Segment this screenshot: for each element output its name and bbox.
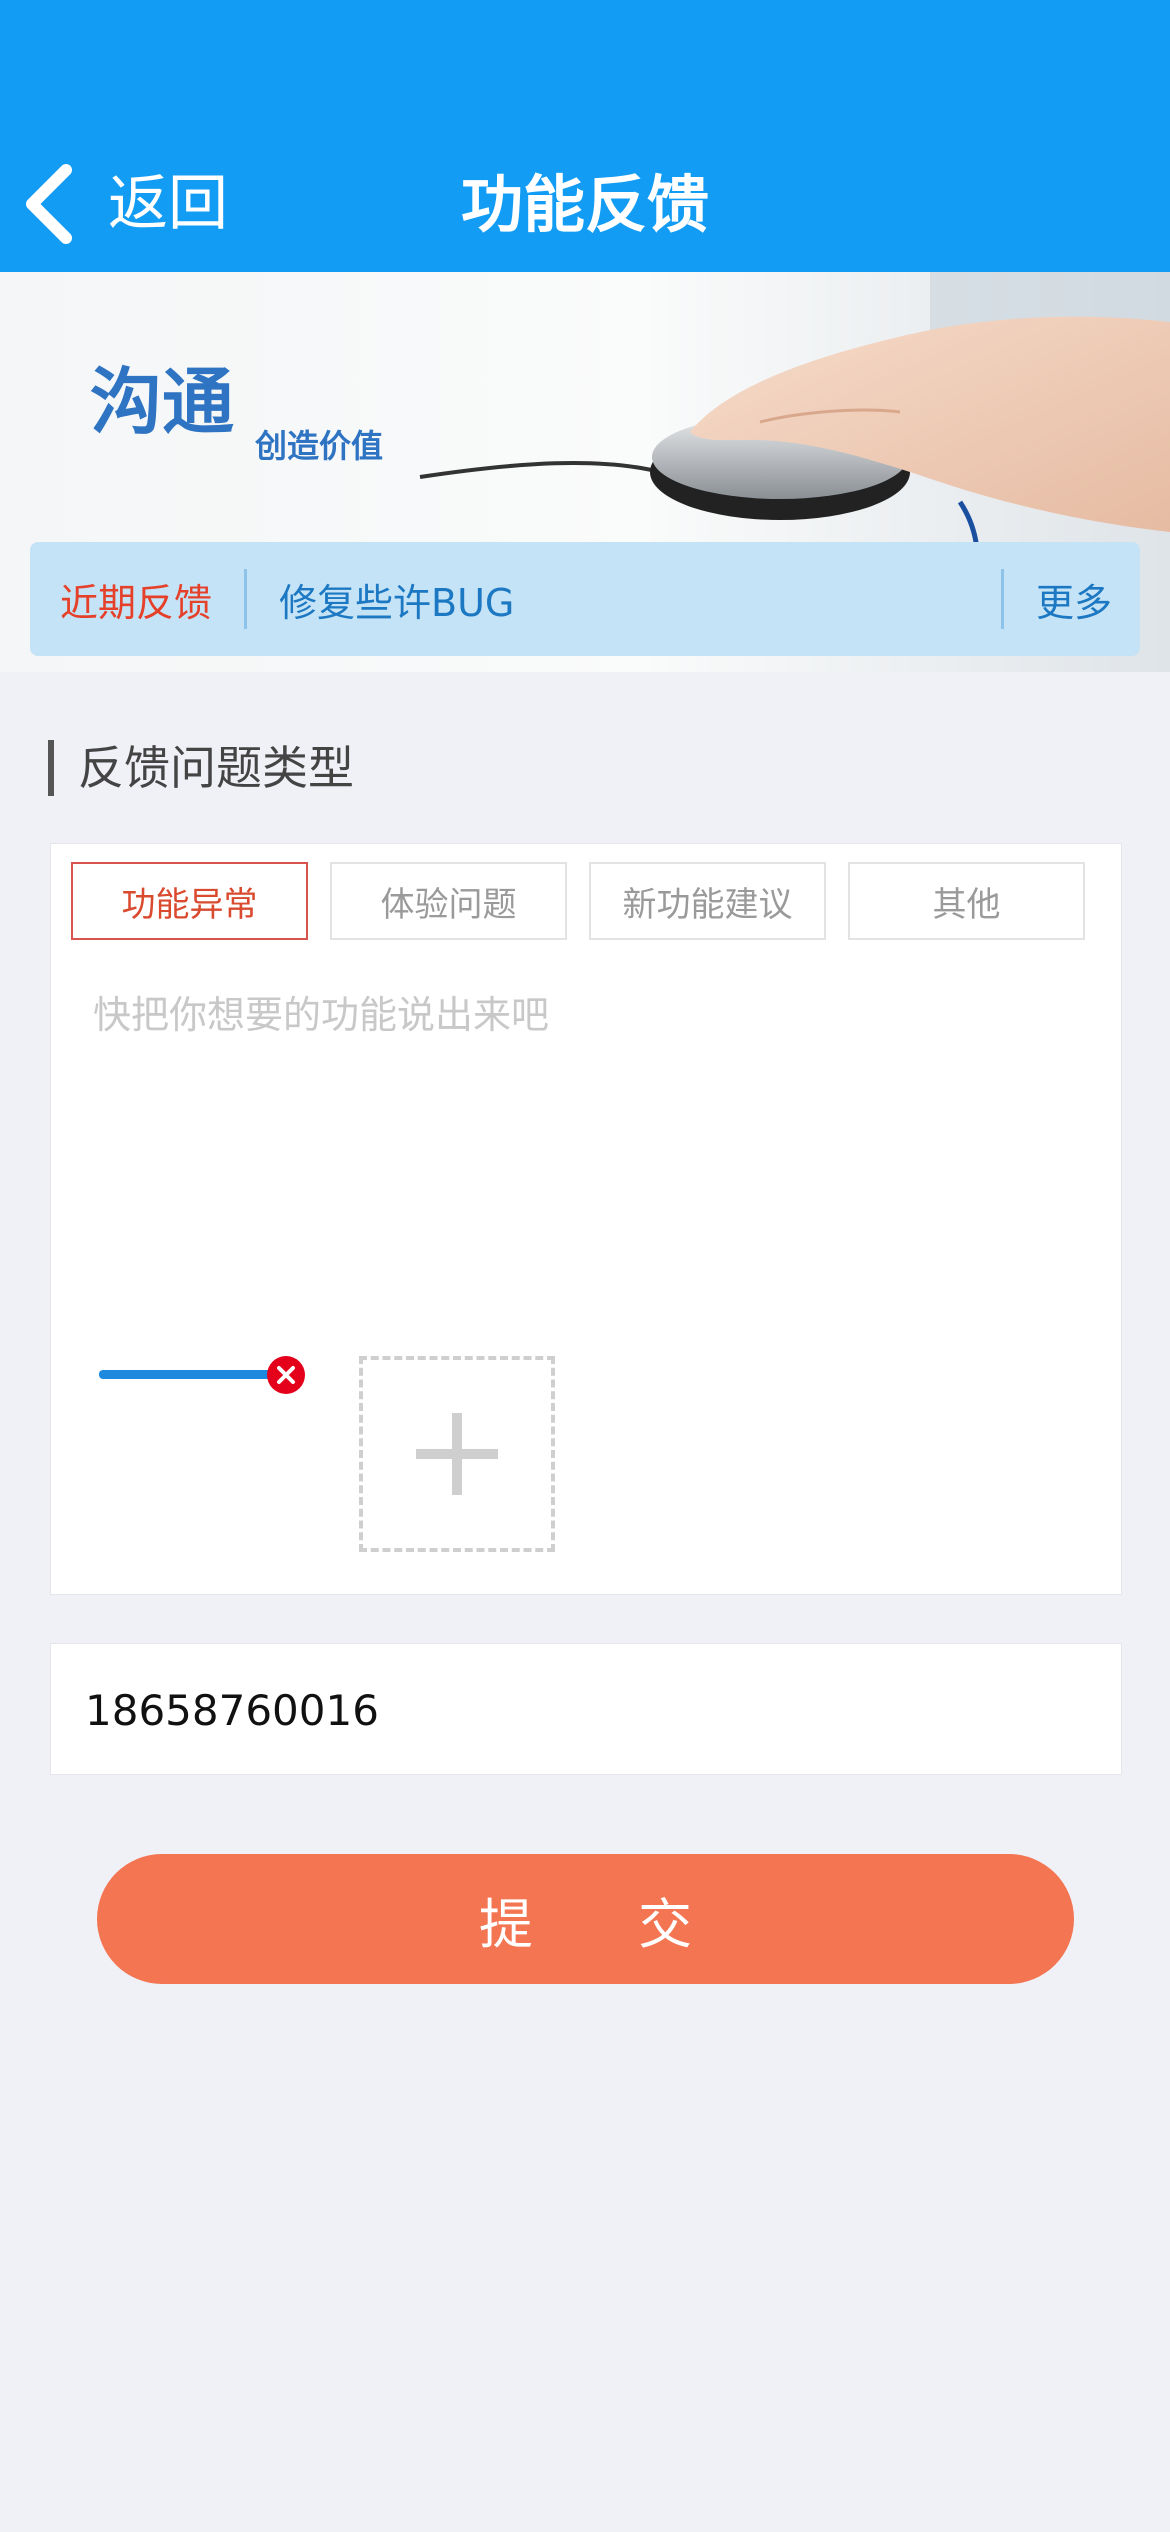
tab-feature-suggestion[interactable]: 新功能建议 <box>589 862 826 940</box>
contact-row <box>50 1643 1122 1776</box>
section-title: 反馈问题类型 <box>48 740 354 796</box>
page-title: 功能反馈 <box>460 168 709 241</box>
phone-input[interactable] <box>83 1644 1087 1776</box>
submit-button[interactable]: 提 交 <box>97 1854 1074 1984</box>
attachment-thumbnail[interactable] <box>99 1356 305 1394</box>
plus-icon <box>416 1413 498 1495</box>
recent-feedback-bar: 近期反馈 修复些许BUG 更多 <box>30 542 1140 656</box>
attachment-preview <box>99 1370 279 1379</box>
add-image-button[interactable] <box>359 1356 555 1552</box>
tab-function-error[interactable]: 功能异常 <box>71 862 308 940</box>
feedback-card: 功能异常 体验问题 新功能建议 其他 <box>50 843 1122 1595</box>
feedback-textarea[interactable] <box>93 984 1073 1314</box>
banner-subline: 创造价值 <box>254 427 383 465</box>
feedback-type-tabs: 功能异常 体验问题 新功能建议 其他 <box>71 862 1085 940</box>
more-link[interactable]: 更多 <box>1004 572 1140 627</box>
divider <box>244 569 247 629</box>
tab-other[interactable]: 其他 <box>848 862 1085 940</box>
close-circle-icon[interactable] <box>267 1356 305 1394</box>
header: 返回 功能反馈 <box>0 0 1170 272</box>
recent-feedback-text[interactable]: 修复些许BUG <box>279 572 1001 627</box>
banner-headline: 沟通 <box>90 360 234 444</box>
tab-experience-issue[interactable]: 体验问题 <box>330 862 567 940</box>
recent-feedback-tag: 近期反馈 <box>60 580 213 625</box>
